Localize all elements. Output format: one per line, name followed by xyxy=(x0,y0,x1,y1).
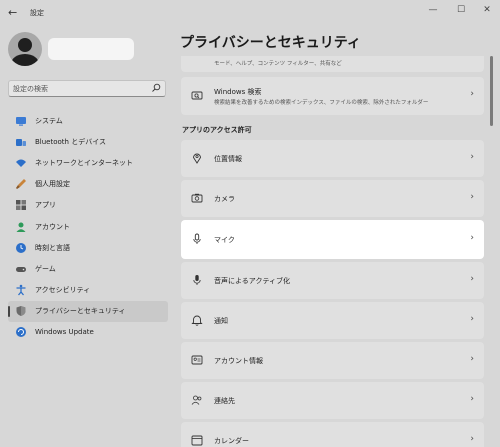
card-title: マイク xyxy=(214,236,235,244)
sidebar-item-personalization[interactable]: 個人用設定 xyxy=(8,174,168,195)
permission-contacts[interactable]: 連絡先 › xyxy=(181,382,484,419)
permission-account-info[interactable]: アカウント情報 › xyxy=(181,342,484,379)
chevron-right-icon: › xyxy=(470,89,474,99)
sidebar-item-bluetooth[interactable]: Bluetooth とデバイス xyxy=(8,131,168,152)
permission-location[interactable]: 位置情報 › xyxy=(181,140,484,177)
bell-icon xyxy=(191,314,203,326)
sidebar-item-label: Bluetooth とデバイス xyxy=(35,137,106,146)
chevron-right-icon: › xyxy=(470,434,474,444)
sidebar-item-label: アプリ xyxy=(35,201,56,210)
sidebar-item-label: ネットワークとインターネット xyxy=(35,158,133,167)
maximize-button[interactable]: ☐ xyxy=(450,3,472,17)
accessibility-icon xyxy=(15,284,27,296)
sidebar-item-accessibility[interactable]: アクセシビリティ xyxy=(8,280,168,301)
chevron-right-icon: › xyxy=(470,314,474,324)
permission-camera[interactable]: カメラ › xyxy=(181,180,484,217)
avatar-body xyxy=(11,54,39,66)
brush-icon xyxy=(15,178,27,190)
settings-window: ← 設定 — ☐ ✕ システム Bluetooth とデバイス xyxy=(0,0,500,447)
sidebar-item-label: システム xyxy=(35,116,63,125)
sidebar-item-time-language[interactable]: 時刻と言語 xyxy=(8,237,168,258)
app-title: 設定 xyxy=(30,9,44,17)
chevron-right-icon: › xyxy=(470,152,474,162)
permission-voice-activation[interactable]: 音声によるアクティブ化 › xyxy=(181,262,484,299)
apps-icon xyxy=(15,199,27,211)
avatar[interactable] xyxy=(8,32,42,66)
windows-search-card[interactable]: Windows 検索 検索結果を改善するための検索インデックス、ファイルの検索、… xyxy=(181,77,484,115)
card-title: 通知 xyxy=(214,317,228,325)
user-name-redacted xyxy=(48,38,134,60)
wifi-icon xyxy=(15,157,27,169)
permission-notifications[interactable]: 通知 › xyxy=(181,302,484,339)
card-title: アカウント情報 xyxy=(214,357,263,365)
bluetooth-icon xyxy=(15,136,27,148)
back-button[interactable]: ← xyxy=(8,6,22,20)
permission-calendar[interactable]: カレンダー › xyxy=(181,422,484,447)
sidebar-item-network[interactable]: ネットワークとインターネット xyxy=(8,152,168,173)
shield-icon xyxy=(15,305,27,317)
account-icon xyxy=(15,221,27,233)
search-input[interactable] xyxy=(13,82,143,95)
sidebar-item-apps[interactable]: アプリ xyxy=(8,195,168,216)
card-description: 検索結果を改善するための検索インデックス、ファイルの検索、除外されたフォルダー xyxy=(214,100,429,106)
close-button[interactable]: ✕ xyxy=(476,3,498,17)
calendar-icon xyxy=(191,434,203,446)
clock-globe-icon xyxy=(15,242,27,254)
card-description: モード、ヘルプ、コンテンツ フィルター、共有など xyxy=(214,61,342,67)
sidebar-item-label: アカウント xyxy=(35,222,70,231)
chevron-right-icon: › xyxy=(470,192,474,202)
microphone-icon xyxy=(191,233,203,245)
sidebar-item-windows-update[interactable]: Windows Update xyxy=(8,322,168,343)
windows-search-icon xyxy=(191,90,203,102)
windows-update-icon xyxy=(15,326,27,338)
chevron-right-icon: › xyxy=(470,354,474,364)
sidebar-item-gaming[interactable]: ゲーム xyxy=(8,258,168,279)
title-bar: ← 設定 — ☐ ✕ xyxy=(0,0,500,28)
search-box[interactable] xyxy=(8,80,166,97)
sidebar-item-label: 個人用設定 xyxy=(35,180,70,189)
sidebar-item-label: 時刻と言語 xyxy=(35,243,70,252)
contacts-icon xyxy=(191,394,203,406)
sidebar-item-label: プライバシーとセキュリティ xyxy=(35,307,126,316)
sidebar-item-label: ゲーム xyxy=(35,264,56,273)
page-title: プライバシーとセキュリティ xyxy=(180,35,361,51)
account-info-icon xyxy=(191,354,203,366)
sidebar-item-accounts[interactable]: アカウント xyxy=(8,216,168,237)
card-title: 連絡先 xyxy=(214,397,235,405)
gamepad-icon xyxy=(15,263,27,275)
minimize-button[interactable]: — xyxy=(422,3,444,17)
card-title: 音声によるアクティブ化 xyxy=(214,277,291,285)
scrollbar-thumb[interactable] xyxy=(490,56,493,126)
voice-activation-icon xyxy=(191,274,203,286)
sidebar-item-system[interactable]: システム xyxy=(8,110,168,131)
section-header-app-permissions: アプリのアクセス許可 xyxy=(182,126,252,134)
permission-microphone[interactable]: マイク › xyxy=(181,220,484,259)
camera-icon xyxy=(191,192,203,204)
card-title: Windows 検索 xyxy=(214,88,262,96)
card-title: 位置情報 xyxy=(214,155,242,163)
sidebar-item-label: Windows Update xyxy=(35,328,94,337)
avatar-head xyxy=(18,38,32,52)
sidebar-item-label: アクセシビリティ xyxy=(35,286,91,295)
sidebar-item-privacy-security[interactable]: プライバシーとセキュリティ xyxy=(8,300,168,322)
card-title: カレンダー xyxy=(214,437,249,445)
sidebar-nav: システム Bluetooth とデバイス ネットワークとインターネット 個人用設… xyxy=(8,110,168,343)
chevron-right-icon: › xyxy=(470,233,474,243)
location-icon xyxy=(191,152,203,164)
partial-settings-card[interactable]: モード、ヘルプ、コンテンツ フィルター、共有など xyxy=(181,56,484,72)
chevron-right-icon: › xyxy=(470,394,474,404)
card-title: カメラ xyxy=(214,195,235,203)
chevron-right-icon: › xyxy=(470,274,474,284)
system-icon xyxy=(15,115,27,127)
search-icon[interactable] xyxy=(151,83,161,93)
